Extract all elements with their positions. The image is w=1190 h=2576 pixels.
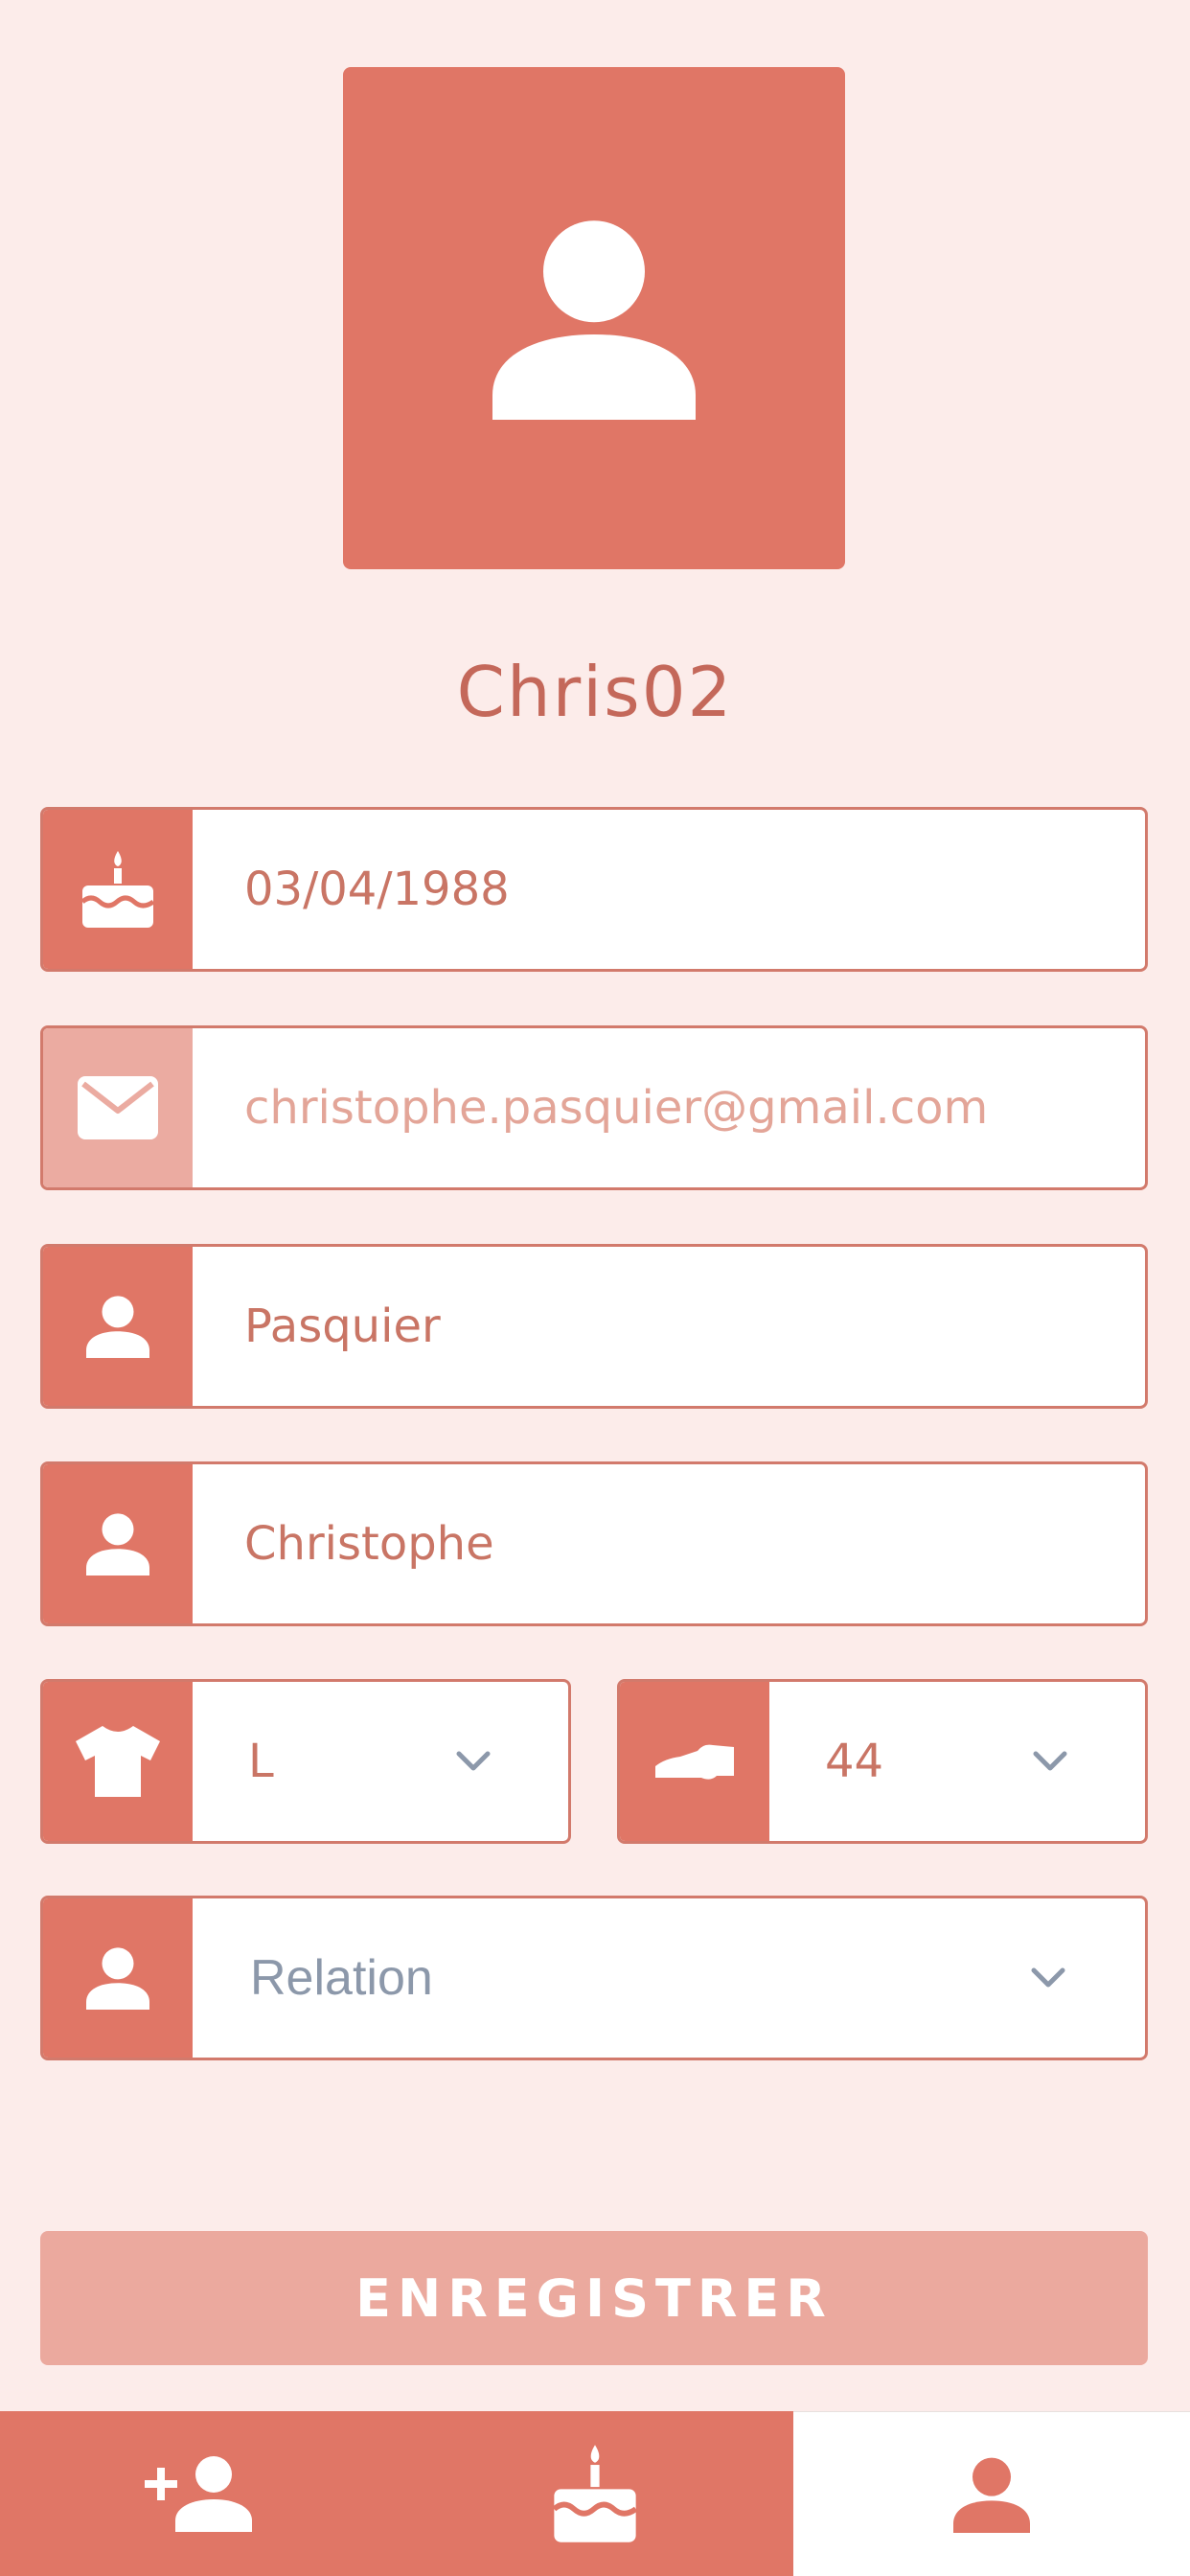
first-name-icon-cell [43,1464,193,1623]
shoe-icon [655,1744,734,1780]
user-icon [86,1513,149,1576]
chevron-down-icon [1030,1898,1066,2058]
bottom-nav [0,2411,1190,2576]
nav-profile[interactable] [793,2411,1190,2576]
nav-add-friend[interactable] [0,2411,397,2576]
email-field[interactable]: christophe.pasquier@gmail.com [40,1025,1148,1190]
relation-icon-cell [43,1898,193,2058]
last-name-icon-cell [43,1247,193,1406]
nav-birthdays[interactable] [397,2411,793,2576]
cake-icon [80,851,155,928]
shoe-size-select[interactable]: 44 [617,1679,1148,1844]
mail-icon [78,1076,158,1139]
relation-value: Relation [250,1950,433,2006]
birthday-icon-cell [43,810,193,969]
first-name-value: Christophe [244,1517,494,1571]
user-icon [86,1296,149,1358]
email-value: christophe.pasquier@gmail.com [244,1081,989,1135]
avatar[interactable] [343,67,845,569]
relation-select[interactable]: Relation [40,1896,1148,2060]
shoe-size-value: 44 [825,1735,884,1788]
user-icon [953,2457,1030,2533]
add-user-icon [145,2456,252,2532]
birthday-field[interactable]: 03/04/1988 [40,807,1148,972]
chevron-down-icon [1032,1682,1068,1841]
email-icon-cell [43,1028,193,1187]
first-name-field[interactable]: Christophe [40,1461,1148,1626]
last-name-field[interactable]: Pasquier [40,1244,1148,1409]
username-title: Chris02 [456,652,734,732]
user-icon [492,220,696,420]
birthday-value: 03/04/1988 [244,862,510,916]
user-icon [86,1947,149,2010]
shirt-icon [76,1726,160,1797]
shirt-size-select[interactable]: L [40,1679,571,1844]
shirt-icon-cell [43,1682,193,1841]
shoe-icon-cell [620,1682,769,1841]
cake-icon [552,2445,638,2542]
shirt-size-value: L [248,1735,274,1788]
save-button[interactable]: ENREGISTRER [40,2231,1148,2365]
last-name-value: Pasquier [244,1300,441,1353]
chevron-down-icon [455,1682,492,1841]
